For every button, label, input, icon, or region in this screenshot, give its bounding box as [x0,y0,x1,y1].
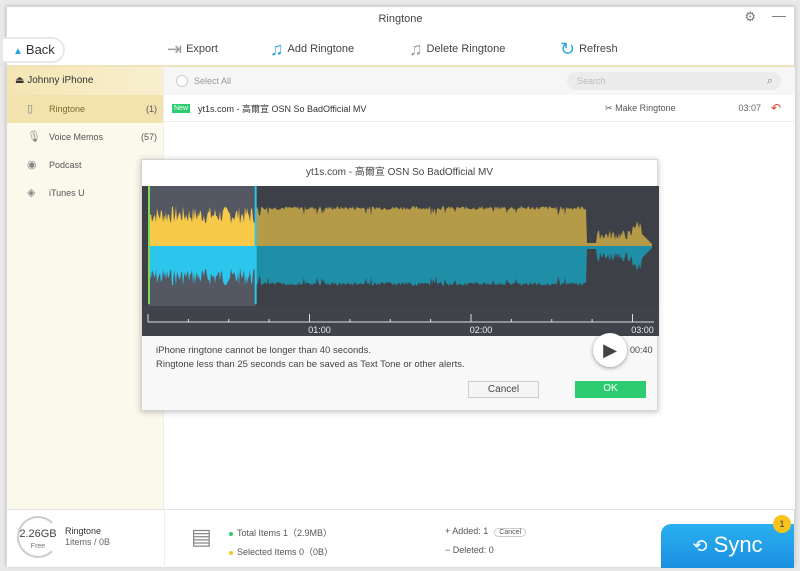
home-icon: ▲ [13,46,23,57]
footer: 2.26GB Free Ringtone 1items / 0B ▤ Total I… [7,509,794,568]
graduation-cap-icon: ◈ [27,187,36,199]
add-ringtone-button[interactable]: ♫ Add Ringtone [270,35,354,63]
item-title: yt1s.com - 高爾宣 OSN So BadOfficial MV [198,103,367,114]
list-item[interactable]: New yt1s.com - 高爾宣 OSN So BadOfficial MV… [164,95,795,122]
yellow-dot [229,550,233,555]
free-label: Free [30,543,46,550]
category-info: Ringtone 1items / 0B [65,526,110,548]
selected-items: Selected Items 0（0B） [229,545,333,558]
list-header: Select All Search ⌕ [164,67,795,95]
divider [164,510,165,568]
device-header[interactable]: ⏏ Johnny iPhone [7,67,163,95]
sidebar-item-label: Voice Memos [49,132,104,142]
device-name: Johnny iPhone [27,75,94,86]
sidebar-item-label: Podcast [49,160,82,170]
export-icon: ⇥ [167,38,183,59]
waveform-editor[interactable]: 01:00 02:00 03:00 [142,186,659,336]
deleted-count: − Deleted: 0 [445,545,494,555]
new-badge: New [172,103,191,113]
cancel-button[interactable]: Cancel [468,381,539,398]
undo-icon[interactable]: ↶ [771,101,781,115]
refresh-button[interactable]: ↻ Refresh [560,35,618,63]
sidebar-item-podcast[interactable]: ◉ Podcast [7,151,163,179]
category-items: 1items / 0B [65,537,111,547]
time-ruler [142,306,659,336]
info-icon: ▤ [191,524,212,549]
search-placeholder: Search [577,76,606,86]
ruler-tick-label: 03:00 [631,325,654,335]
sync-icon: ⟲ [692,536,708,556]
delete-ringtone-label: Delete Ringtone [426,43,506,55]
green-dot [229,531,233,536]
minimize-button[interactable]: — [772,7,786,23]
select-all-checkbox[interactable] [176,75,188,87]
dialog-message: iPhone ringtone cannot be longer than 40… [156,344,465,372]
sidebar-item-label: Ringtone [49,104,86,114]
select-all-label: Select All [194,76,232,86]
category-name: Ringtone [65,526,102,536]
storage-ring: 2.26GB Free [17,516,59,558]
added-text: + Added: 1 [445,526,489,536]
delete-ringtone-button[interactable]: ♫ Delete Ringtone [409,35,505,63]
ok-button[interactable]: OK [575,381,646,398]
added-count: + Added: 1 Cancel [445,526,527,537]
export-label: Export [186,43,218,55]
selected-items-text: Selected Items 0（0B） [237,547,334,557]
phone-icon: ▯ [27,103,34,115]
sidebar-item-voice-memos[interactable]: 🎙 Voice Memos (57) [7,123,163,151]
play-icon: ▶ [603,340,617,360]
sync-badge: 1 [773,515,791,533]
ruler-tick-label: 02:00 [470,325,493,335]
total-items-text: Total Items 1（2.9MB） [237,528,333,538]
sidebar-item-label: iTunes U [49,188,85,198]
delete-ringtone-icon: ♫ [409,38,423,59]
gear-icon[interactable]: ⚙ [744,9,756,25]
microphone-icon: 🎙 [27,131,41,143]
back-label: Back [25,42,55,57]
sync-button[interactable]: ⟲ Sync [661,524,794,568]
sidebar-item-itunes-u[interactable]: ◈ iTunes U [7,179,163,207]
window-title: Ringtone [378,13,423,25]
search-icon[interactable]: ⌕ [767,72,773,90]
podcast-icon: ◉ [27,159,37,171]
sidebar-item-count: (1) [146,104,157,114]
ruler-tick-label: 01:00 [308,325,331,335]
back-button[interactable]: ▲ Back [1,37,65,63]
cancel-added-button[interactable]: Cancel [494,528,527,537]
add-ringtone-label: Add Ringtone [287,43,355,55]
item-duration: 03:07 [738,103,761,113]
add-ringtone-icon: ♫ [270,38,284,59]
dialog-title: yt1s.com - 高爾宣 OSN So BadOfficial MV [142,160,657,186]
message-line-1: iPhone ringtone cannot be longer than 40… [156,345,371,356]
total-items: Total Items 1（2.9MB） [229,526,332,539]
search-input[interactable]: Search ⌕ [567,72,781,90]
sidebar-item-count: (57) [140,132,157,142]
make-ringtone-label: Make Ringtone [615,102,676,113]
free-space: 2.26GB [19,528,57,540]
play-button[interactable]: ▶ [593,333,627,367]
refresh-label: Refresh [579,43,618,55]
sidebar-item-ringtone[interactable]: ▯ Ringtone (1) [7,95,163,123]
make-ringtone-dialog: yt1s.com - 高爾宣 OSN So BadOfficial MV 01:… [141,159,659,411]
export-button[interactable]: ⇥ Export [167,35,218,63]
scissors-icon: ✂ [605,102,613,113]
message-line-2: Ringtone less than 25 seconds can be sav… [156,359,465,370]
selection-length: 00:40 [630,345,653,355]
toolbar: ▲ Back ⇥ Export ♫ Add Ringtone ♫ Delete Ring… [1,31,794,67]
make-ringtone-button[interactable]: ✂ Make Ringtone [605,103,676,114]
refresh-icon: ↻ [560,38,576,59]
sync-label: Sync [713,532,763,557]
